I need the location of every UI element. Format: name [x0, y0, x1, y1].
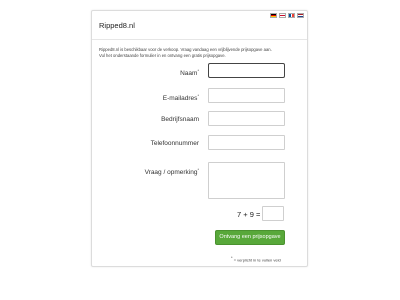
intro-text: Ripped8.nl is beschikbaar voor de verkoo… [99, 47, 304, 58]
required-marker: * [197, 93, 199, 98]
captcha-input[interactable] [262, 206, 284, 221]
question-label-text: Vraag / opmerking [144, 169, 198, 177]
flag-gb-icon[interactable] [279, 13, 286, 18]
required-marker: * [197, 68, 199, 73]
quote-form-panel: Ripped8.nl Ripped8.nl is beschikbaar voo… [91, 10, 308, 267]
intro-line-2: Vul het onderstaande formulier in en ont… [99, 52, 226, 58]
flag-de-icon[interactable] [270, 13, 277, 18]
footnote-text: = verplicht in te vullen veld [233, 257, 281, 263]
submit-quote-button[interactable]: Ontvang een prijsopgave [215, 230, 285, 245]
flag-nl-icon[interactable] [297, 13, 304, 18]
required-marker: * [231, 255, 233, 260]
company-field[interactable] [208, 111, 285, 126]
email-label-text: E-mailadres [162, 95, 198, 103]
required-marker: * [197, 167, 199, 172]
name-label: Naam* [180, 68, 199, 77]
company-label: Bedrijfsnaam [161, 116, 199, 123]
language-flags [270, 13, 304, 18]
phone-field[interactable] [208, 135, 285, 150]
required-footnote: * = verplicht in te vullen veld [231, 255, 281, 262]
flag-fr-icon[interactable] [288, 13, 295, 18]
email-field[interactable] [208, 88, 285, 103]
header-divider [92, 39, 307, 40]
question-label: Vraag / opmerking* [145, 167, 199, 176]
site-title: Ripped8.nl [99, 21, 135, 30]
question-textarea[interactable] [208, 162, 285, 199]
phone-label: Telefoonnummer [150, 140, 199, 147]
name-field[interactable] [208, 63, 285, 78]
email-label: E-mailadres* [163, 93, 199, 102]
name-label-text: Naam [180, 70, 198, 78]
captcha-question: 7 + 9 = [237, 210, 261, 219]
